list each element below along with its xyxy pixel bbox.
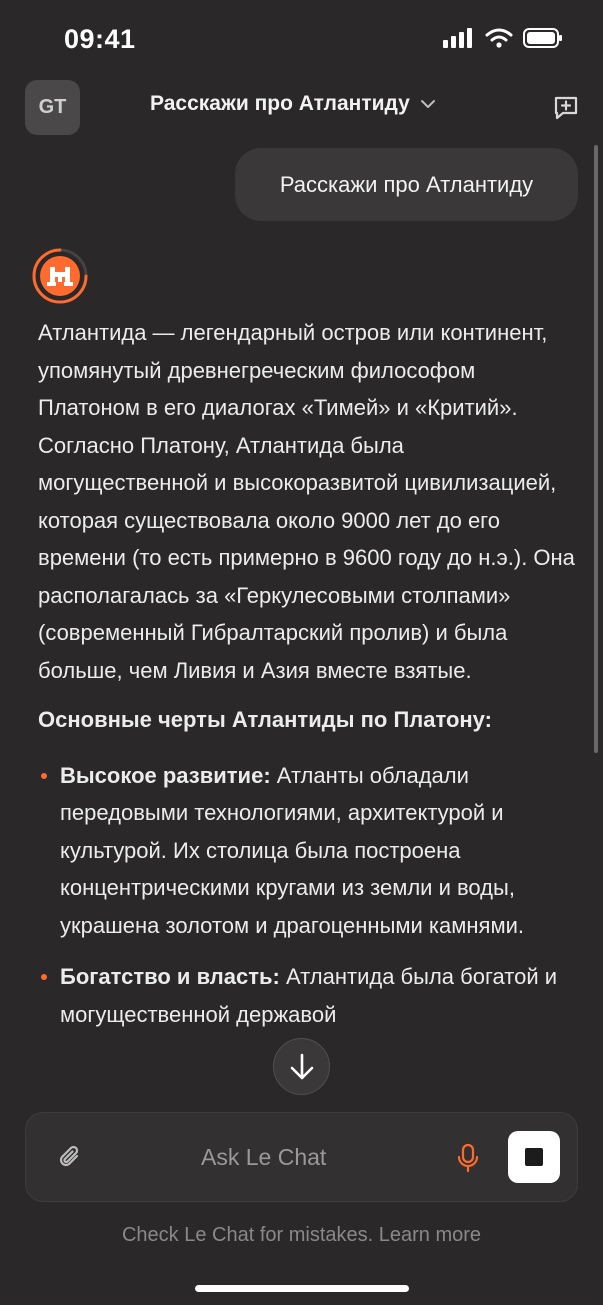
list-item-title: Высокое развитие:: [60, 762, 271, 788]
arrow-down-icon: [290, 1053, 313, 1079]
list-item-text: Атланты обладали передовыми технологиями…: [60, 762, 524, 938]
assistant-message: Атлантида — легендарный остров или конти…: [38, 314, 578, 1110]
le-chat-logo-icon: [32, 248, 88, 304]
chat-title: Расскажи про Атлантиду: [150, 92, 410, 115]
user-message-bubble: Расскажи про Атлантиду: [235, 148, 578, 221]
new-chat-icon: [554, 96, 578, 120]
assistant-intro-paragraph: Атлантида — легендарный остров или конти…: [38, 320, 575, 683]
status-bar: 09:41: [0, 0, 603, 74]
chat-input[interactable]: Ask Le Chat: [201, 1144, 326, 1171]
chat-input-bar: Ask Le Chat: [25, 1112, 578, 1202]
home-indicator[interactable]: [195, 1285, 409, 1292]
chat-header: GT Расскажи про Атлантиду: [0, 78, 603, 136]
wifi-icon: [485, 28, 513, 48]
scroll-indicator[interactable]: [594, 145, 598, 753]
attach-button[interactable]: [56, 1143, 84, 1176]
user-avatar-button[interactable]: GT: [25, 80, 80, 135]
list-item: Богатство и власть: Атлантида была богат…: [38, 958, 578, 1033]
assistant-section-heading: Основные черты Атлантиды по Платону:: [38, 707, 492, 732]
list-item-title: Богатство и власть:: [60, 964, 280, 989]
chat-title-dropdown[interactable]: Расскажи про Атлантиду: [150, 92, 436, 116]
disclaimer-text[interactable]: Check Le Chat for mistakes. Learn more: [0, 1224, 603, 1247]
stop-generation-button[interactable]: [508, 1131, 560, 1183]
status-icons: [443, 28, 563, 48]
list-item: Высокое развитие: Атланты обладали перед…: [38, 757, 578, 945]
stop-icon: [525, 1148, 543, 1166]
microphone-icon: [457, 1143, 479, 1173]
chevron-down-icon: [420, 100, 435, 108]
scroll-to-bottom-button[interactable]: [273, 1038, 330, 1095]
paperclip-icon: [59, 1145, 79, 1167]
user-message-text: Расскажи про Атлантиду: [279, 171, 534, 197]
new-chat-button[interactable]: [552, 94, 580, 127]
status-time: 09:41: [64, 24, 136, 54]
feature-list: Высокое развитие: Атланты обладали перед…: [38, 757, 578, 1034]
battery-icon: [523, 28, 562, 48]
signal-icon: [443, 28, 472, 48]
microphone-button[interactable]: [456, 1143, 480, 1178]
